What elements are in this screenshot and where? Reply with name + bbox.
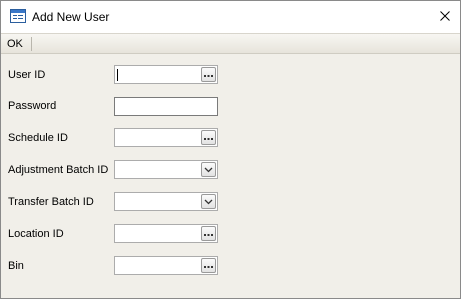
schedule-id-browse-button[interactable] [201, 130, 216, 145]
user-id-label: User ID [8, 69, 46, 81]
location-id-browse-button[interactable] [201, 226, 216, 241]
adjustment-batch-id-label: Adjustment Batch ID [8, 164, 109, 176]
toolbar-separator [31, 37, 32, 51]
location-id-label: Location ID [8, 228, 64, 240]
ellipsis-icon [204, 132, 213, 144]
close-icon [440, 10, 450, 24]
transfer-batch-id-dropdown-button[interactable] [201, 194, 216, 209]
chevron-down-icon [204, 164, 213, 176]
user-id-browse-button[interactable] [201, 67, 216, 82]
close-button[interactable] [430, 1, 460, 33]
location-id-input[interactable] [114, 224, 218, 243]
window-title: Add New User [32, 10, 110, 24]
user-form: User ID Password Schedule ID Adjustment … [1, 54, 460, 298]
adjustment-batch-id-select[interactable] [114, 160, 218, 179]
ellipsis-icon [204, 228, 213, 240]
text-caret [117, 69, 118, 81]
bin-label: Bin [8, 260, 24, 272]
user-id-input[interactable] [114, 65, 218, 84]
schedule-id-label: Schedule ID [8, 132, 68, 144]
ellipsis-icon [204, 69, 213, 81]
toolbar: OK [1, 33, 460, 54]
ok-button[interactable]: OK [7, 38, 23, 50]
password-label: Password [8, 100, 57, 112]
bin-input[interactable] [114, 256, 218, 275]
bin-browse-button[interactable] [201, 258, 216, 273]
form-window-icon [10, 9, 26, 23]
chevron-down-icon [204, 196, 213, 208]
transfer-batch-id-label: Transfer Batch ID [8, 196, 94, 208]
password-input[interactable] [114, 97, 218, 116]
title-bar: Add New User [1, 1, 460, 33]
transfer-batch-id-select[interactable] [114, 192, 218, 211]
schedule-id-input[interactable] [114, 128, 218, 147]
ellipsis-icon [204, 260, 213, 272]
adjustment-batch-id-dropdown-button[interactable] [201, 162, 216, 177]
add-user-dialog: Add New User OK User ID Password Schedul… [0, 0, 461, 299]
